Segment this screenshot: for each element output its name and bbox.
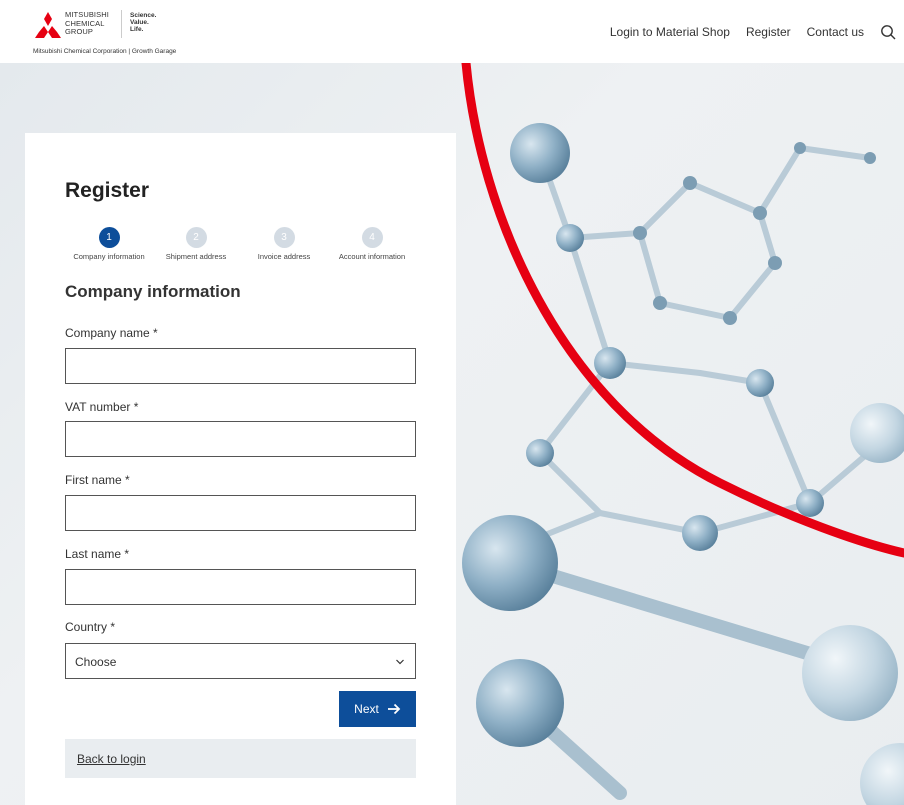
- back-to-login-link[interactable]: Back to login: [77, 752, 146, 766]
- logo-divider: [121, 10, 122, 38]
- back-to-login-box: Back to login: [65, 739, 416, 778]
- mitsubishi-diamonds-icon: [35, 12, 61, 38]
- logo-group-text: MITSUBISHI CHEMICAL GROUP: [65, 10, 109, 36]
- arrow-right-icon: [387, 703, 401, 715]
- vat-number-input[interactable]: [65, 421, 416, 457]
- next-button-label: Next: [354, 702, 379, 716]
- progress-steps: 1 Company information 2 Shipment address…: [65, 227, 415, 263]
- step-label: Invoice address: [257, 252, 311, 261]
- company-name-label: Company name *: [65, 326, 158, 340]
- last-name-label: Last name *: [65, 547, 130, 561]
- company-logo[interactable]: MITSUBISHI CHEMICAL GROUP Science. Value…: [33, 10, 233, 60]
- step-number: 2: [185, 227, 207, 248]
- logo-subtitle: Mitsubishi Chemical Corporation | Growth…: [33, 48, 177, 55]
- next-button[interactable]: Next: [339, 691, 416, 727]
- nav-contact-us[interactable]: Contact us: [807, 25, 864, 39]
- step-label: Company information: [73, 252, 145, 261]
- register-form-card: Register 1 Company information 2 Shipmen…: [25, 133, 456, 805]
- step-number: 3: [273, 227, 295, 248]
- nav-login-material-shop[interactable]: Login to Material Shop: [610, 25, 730, 39]
- step-invoice-address: 3 Invoice address: [240, 227, 328, 261]
- company-name-input[interactable]: [65, 348, 416, 384]
- step-number: 1: [98, 227, 120, 248]
- country-select[interactable]: Choose: [65, 643, 416, 679]
- step-number: 4: [361, 227, 383, 248]
- section-title: Company information: [65, 282, 241, 301]
- first-name-input[interactable]: [65, 495, 416, 531]
- step-company-information: 1 Company information: [65, 227, 153, 261]
- search-icon[interactable]: [880, 24, 896, 40]
- step-shipment-address: 2 Shipment address: [152, 227, 240, 261]
- step-label: Account information: [338, 252, 406, 261]
- first-name-label: First name *: [65, 473, 130, 487]
- last-name-input[interactable]: [65, 569, 416, 605]
- top-nav: Login to Material Shop Register Contact …: [610, 24, 896, 40]
- site-header: MITSUBISHI CHEMICAL GROUP Science. Value…: [0, 0, 904, 63]
- chevron-down-icon: [396, 659, 404, 665]
- country-label: Country *: [65, 620, 116, 634]
- vat-number-label: VAT number *: [65, 400, 139, 414]
- logo-tagline: Science. Value. Life.: [130, 12, 157, 33]
- country-selected-value: Choose: [75, 655, 117, 669]
- page-title: Register: [65, 179, 150, 202]
- nav-register[interactable]: Register: [746, 25, 791, 39]
- step-label: Shipment address: [165, 252, 227, 261]
- step-account-information: 4 Account information: [328, 227, 416, 261]
